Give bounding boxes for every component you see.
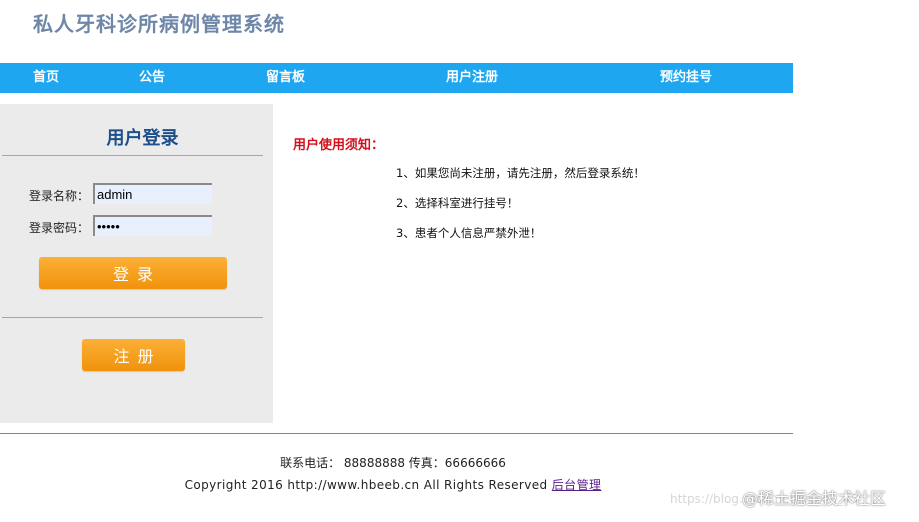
footer-divider	[0, 433, 793, 434]
password-label: 登录密码：	[29, 221, 90, 235]
login-divider-bottom	[2, 317, 263, 318]
main-nav: 首页 公告 留言板 用户注册 预约挂号	[0, 63, 793, 93]
username-input[interactable]	[93, 183, 212, 204]
login-divider-top	[2, 155, 263, 156]
page: 私人牙科诊所病例管理系统 首页 公告 留言板 用户注册 预约挂号 用户登录 登录…	[0, 0, 919, 522]
password-input[interactable]	[93, 215, 212, 236]
username-label: 登录名称：	[29, 189, 90, 203]
footer-contact: 联系电话： 88888888 传真：66666666	[280, 456, 506, 470]
login-title: 用户登录	[106, 128, 179, 149]
notice-item: 2、选择科室进行挂号！	[396, 196, 519, 210]
site-title: 私人牙科诊所病例管理系统	[33, 12, 285, 36]
nav-item-user-register[interactable]: 用户注册	[446, 63, 498, 93]
copyright-text: Copyright 2016 http://www.hbeeb.cn All R…	[184, 478, 548, 492]
notice-item: 1、如果您尚未注册，请先注册，然后登录系统！	[396, 166, 645, 180]
login-button[interactable]: 登录	[39, 257, 227, 289]
register-button[interactable]: 注册	[82, 339, 185, 371]
nav-item-appointment[interactable]: 预约挂号	[660, 63, 712, 93]
nav-item-home[interactable]: 首页	[33, 63, 59, 93]
login-panel: 用户登录 登录名称： 登录密码： 登录 注册	[0, 104, 273, 423]
footer-copyright: Copyright 2016 http://www.hbeeb.cn All R…	[0, 476, 786, 493]
nav-item-announcements[interactable]: 公告	[139, 63, 165, 93]
juejin-watermark: @稀土掘金技术社区	[742, 489, 887, 508]
notice-title: 用户使用须知：	[293, 138, 385, 153]
nav-item-message-board[interactable]: 留言板	[266, 63, 305, 93]
admin-link[interactable]: 后台管理	[552, 478, 602, 492]
notice-item: 3、患者个人信息严禁外泄！	[396, 226, 542, 240]
